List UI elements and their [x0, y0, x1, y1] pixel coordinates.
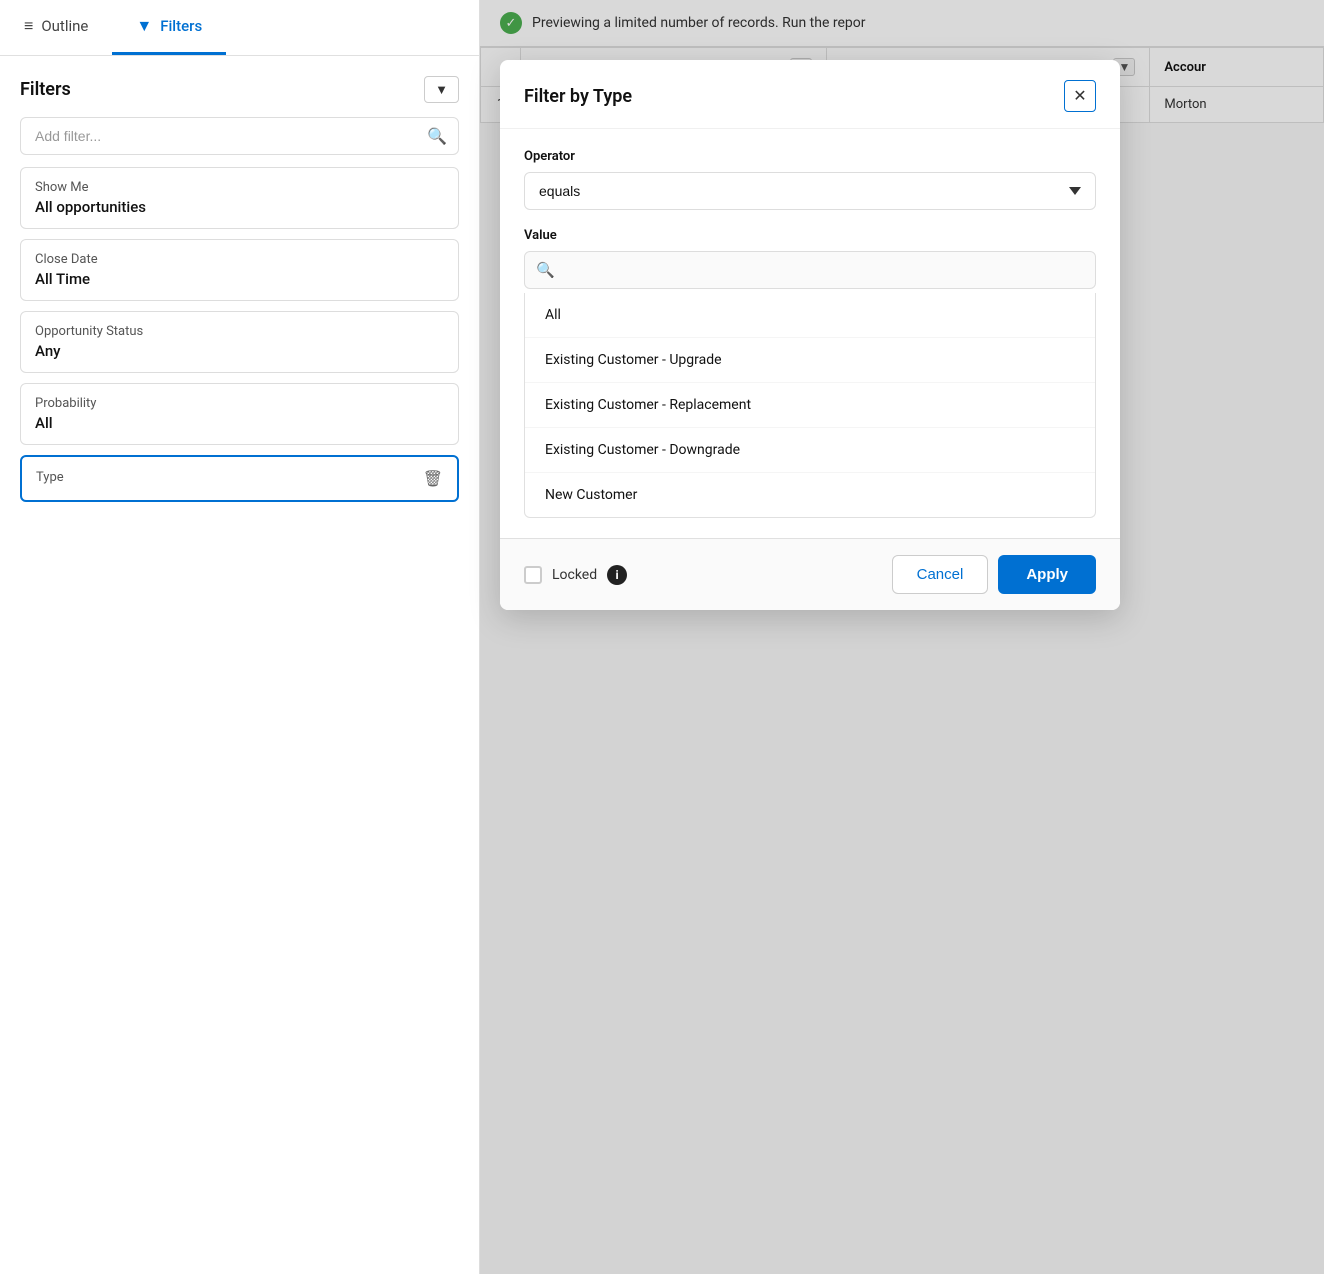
operator-select[interactable]: equals not equal to less than greater th…	[524, 172, 1096, 210]
filter-item-show-me[interactable]: Show Me All opportunities	[20, 167, 459, 229]
filter-item-probability[interactable]: Probability All	[20, 383, 459, 445]
filters-header: Filters ▼	[20, 76, 459, 103]
add-filter-search-icon: 🔍	[427, 127, 447, 146]
tab-filters-label: Filters	[160, 17, 202, 35]
cancel-button[interactable]: Cancel	[892, 555, 989, 594]
locked-checkbox[interactable]	[524, 566, 542, 584]
list-item-existing-downgrade[interactable]: Existing Customer - Downgrade	[525, 428, 1095, 473]
modal-overlay: Filter by Type ✕ Operator equals not equ…	[480, 0, 1324, 1274]
filter-item-close-date[interactable]: Close Date All Time	[20, 239, 459, 301]
filters-title: Filters	[20, 79, 71, 100]
value-label: Value	[524, 228, 1096, 243]
modal-header: Filter by Type ✕	[500, 60, 1120, 129]
tab-outline[interactable]: ≡ Outline	[0, 0, 112, 55]
add-filter-wrapper: 🔍	[20, 117, 459, 155]
filter-by-type-modal: Filter by Type ✕ Operator equals not equ…	[500, 60, 1120, 610]
value-dropdown-list: All Existing Customer - Upgrade Existing…	[524, 293, 1096, 518]
list-item-existing-upgrade[interactable]: Existing Customer - Upgrade	[525, 338, 1095, 383]
list-item-all[interactable]: All	[525, 293, 1095, 338]
filter-item-opportunity-status[interactable]: Opportunity Status Any	[20, 311, 459, 373]
footer-buttons: Cancel Apply	[892, 555, 1096, 594]
tab-outline-label: Outline	[41, 17, 88, 35]
locked-label: Locked	[552, 567, 597, 583]
modal-body: Operator equals not equal to less than g…	[500, 129, 1120, 538]
list-item-existing-replacement[interactable]: Existing Customer - Replacement	[525, 383, 1095, 428]
value-search-icon: 🔍	[536, 261, 555, 279]
filter-item-type[interactable]: Type 🗑	[20, 455, 459, 502]
left-panel: ≡ Outline ▼ Filters Filters ▼ 🔍 Show Me	[0, 0, 480, 1274]
info-icon[interactable]: i	[607, 565, 627, 585]
apply-button[interactable]: Apply	[998, 555, 1096, 594]
modal-close-button[interactable]: ✕	[1064, 80, 1096, 112]
add-filter-input[interactable]	[20, 117, 459, 155]
list-item-new-customer[interactable]: New Customer	[525, 473, 1095, 517]
locked-section: Locked i	[524, 565, 627, 585]
filter-icon: ▼	[136, 16, 152, 36]
operator-label: Operator	[524, 149, 1096, 164]
main-layout: ≡ Outline ▼ Filters Filters ▼ 🔍 Show Me	[0, 0, 1324, 1274]
right-panel: ✓ Previewing a limited number of records…	[480, 0, 1324, 1274]
filters-dropdown-button[interactable]: ▼	[424, 76, 459, 103]
value-search-wrapper: 🔍	[524, 251, 1096, 289]
value-section: Value 🔍 All Existing Customer - Upgrade …	[524, 228, 1096, 518]
value-search-input[interactable]	[524, 251, 1096, 289]
trash-icon[interactable]: 🗑	[423, 469, 443, 488]
filters-section: Filters ▼ 🔍 Show Me All opportunities Cl…	[0, 56, 479, 1274]
modal-title: Filter by Type	[524, 86, 632, 107]
tab-filters[interactable]: ▼ Filters	[112, 0, 226, 55]
modal-footer: Locked i Cancel Apply	[500, 538, 1120, 610]
tab-bar: ≡ Outline ▼ Filters	[0, 0, 479, 56]
outline-icon: ≡	[24, 16, 33, 36]
